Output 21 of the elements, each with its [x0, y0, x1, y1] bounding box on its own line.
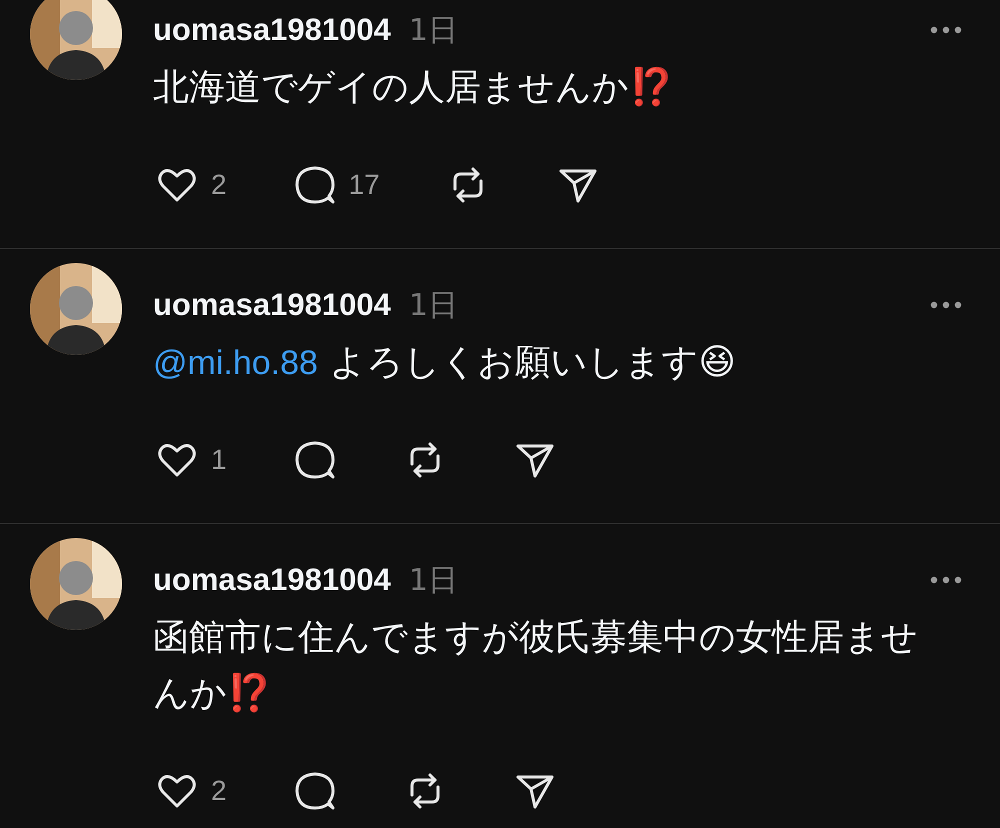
more-icon[interactable] — [930, 301, 962, 309]
post-text: 函館市に住んでますが彼氏募集中の女性居ませんか⁉ — [153, 616, 919, 716]
post-text: 北海道でゲイの人居ませんか⁉ — [153, 66, 675, 110]
count: 2 — [211, 775, 227, 807]
count: 2 — [211, 169, 227, 201]
like-button[interactable]: 2 — [155, 769, 227, 813]
like-button[interactable]: 2 — [155, 163, 227, 207]
count: 17 — [348, 169, 380, 201]
username[interactable]: uomasa1981004 — [153, 562, 391, 598]
post-text: @mi.ho.88 よろしくお願いします😆 — [153, 341, 737, 385]
post-time: 1日 — [408, 286, 458, 324]
username[interactable]: uomasa1981004 — [153, 12, 391, 48]
post-time: 1日 — [408, 562, 458, 600]
more-icon[interactable] — [930, 26, 962, 34]
count: 1 — [211, 444, 227, 476]
reply-button[interactable]: 17 — [292, 163, 380, 207]
more-icon[interactable] — [930, 576, 962, 584]
post-time: 1日 — [408, 12, 458, 50]
username[interactable]: uomasa1981004 — [153, 287, 391, 323]
like-button[interactable]: 1 — [155, 438, 227, 482]
mention-link[interactable]: @mi.ho.88 — [153, 344, 318, 382]
